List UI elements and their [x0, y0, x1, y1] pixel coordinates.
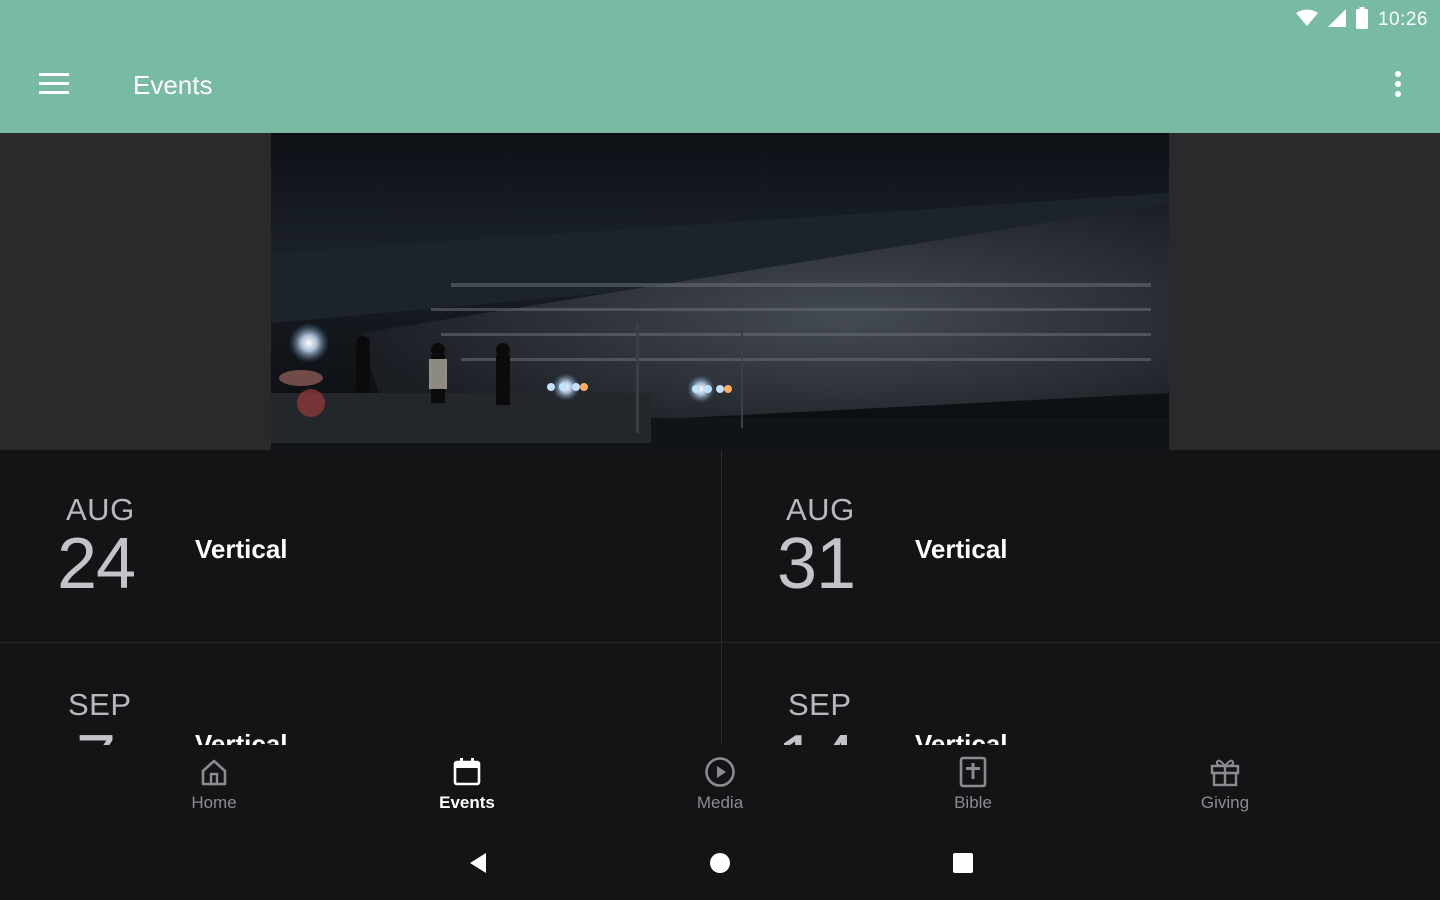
bible-icon — [956, 755, 990, 789]
status-bar: 10:26 — [1295, 6, 1428, 34]
status-time: 10:26 — [1377, 9, 1428, 30]
nav-label-events: Events — [439, 793, 495, 812]
event-month: AUG — [786, 492, 855, 527]
nav-item-home[interactable]: Home — [154, 755, 274, 819]
event-title: Vertical — [195, 534, 288, 564]
home-icon — [197, 755, 231, 789]
page-title: Events — [133, 70, 213, 100]
bottom-navigation: Home Events Media Bible Giving — [0, 745, 1440, 825]
overflow-menu-button[interactable] — [1384, 66, 1412, 106]
app-root: 10:26 Events AUG 24 Vertical AUG 31 Vert… — [0, 0, 1440, 900]
event-month: SEP — [68, 687, 132, 722]
nav-item-bible[interactable]: Bible — [913, 755, 1033, 819]
nav-item-events[interactable]: Events — [407, 755, 527, 819]
app-bar: 10:26 Events — [0, 0, 1440, 133]
nav-item-media[interactable]: Media — [660, 755, 780, 819]
back-button[interactable] — [463, 850, 493, 880]
event-month: AUG — [66, 492, 135, 527]
home-system-button[interactable] — [705, 850, 735, 880]
recents-button[interactable] — [948, 850, 978, 880]
event-day: 7 — [76, 725, 116, 745]
calendar-icon — [450, 755, 484, 789]
toolbar: Events — [0, 56, 1440, 116]
recents-icon — [953, 852, 973, 878]
hero-image — [271, 133, 1169, 450]
nav-label-media: Media — [696, 793, 744, 812]
hamburger-menu-icon — [39, 72, 69, 100]
more-vert-icon — [1395, 70, 1401, 102]
battery-icon — [1355, 6, 1368, 34]
system-navigation — [0, 825, 1440, 900]
event-day: 31 — [777, 524, 856, 604]
nav-label-bible: Bible — [954, 793, 992, 812]
event-card[interactable]: AUG 24 Vertical — [0, 450, 720, 642]
event-card[interactable]: AUG 31 Vertical — [720, 450, 1440, 642]
nav-label-home: Home — [191, 793, 237, 812]
event-title: Vertical — [915, 729, 1008, 745]
event-card[interactable]: SEP 14 Vertical — [720, 643, 1440, 745]
gift-icon — [1208, 755, 1242, 789]
event-card[interactable]: SEP 7 Vertical — [0, 643, 720, 745]
event-day: 24 — [57, 524, 136, 604]
back-icon — [468, 852, 488, 879]
event-month: SEP — [788, 687, 852, 722]
event-title: Vertical — [915, 534, 1008, 564]
home-circle-icon — [709, 852, 731, 879]
play-circle-icon — [703, 755, 737, 789]
nav-item-giving[interactable]: Giving — [1165, 755, 1285, 819]
event-title: Vertical — [195, 729, 288, 745]
wifi-icon — [1295, 9, 1318, 32]
signal-icon — [1327, 8, 1346, 32]
event-day: 14 — [777, 725, 856, 745]
nav-label-giving: Giving — [1200, 793, 1250, 812]
menu-button[interactable] — [30, 66, 78, 106]
events-grid: AUG 24 Vertical AUG 31 Vertical SEP 7 Ve… — [0, 450, 1440, 745]
